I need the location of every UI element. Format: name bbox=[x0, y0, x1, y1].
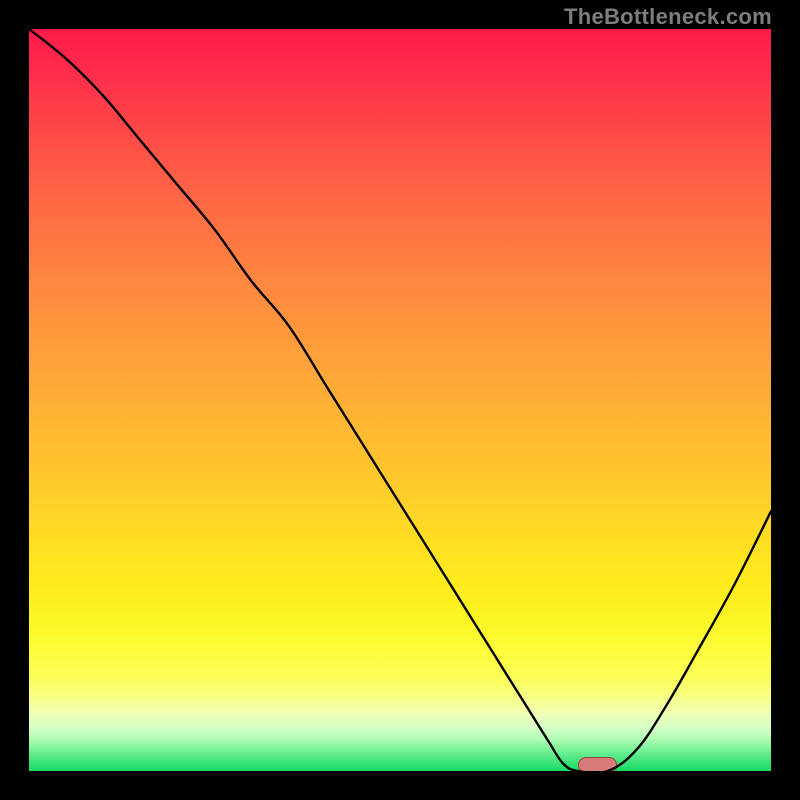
chart-frame: TheBottleneck.com bbox=[0, 0, 800, 800]
bottleneck-curve bbox=[29, 29, 771, 771]
watermark-text: TheBottleneck.com bbox=[564, 4, 772, 30]
plot-area bbox=[29, 29, 771, 771]
